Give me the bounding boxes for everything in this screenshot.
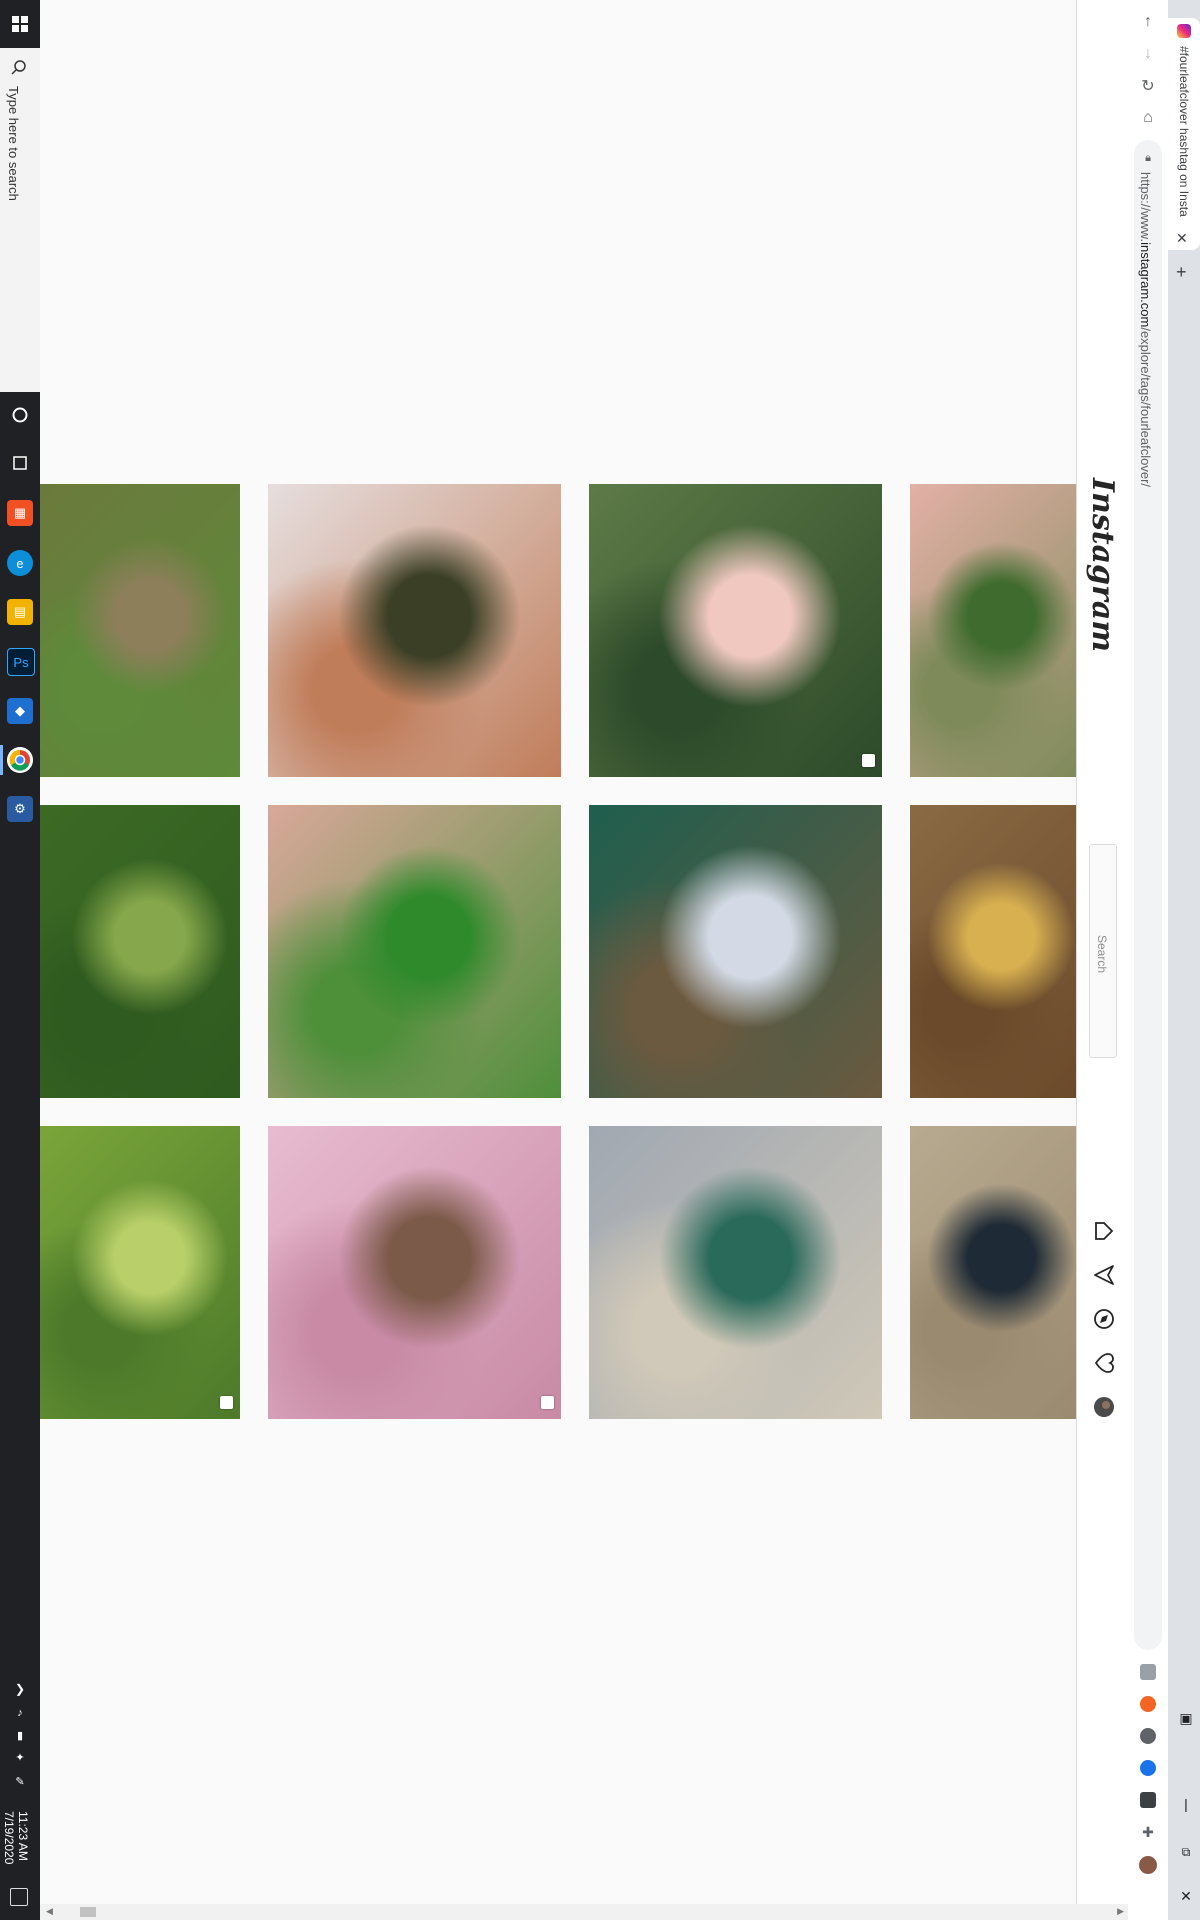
extension-circle-icon[interactable] (1140, 1728, 1156, 1744)
settings-app-icon[interactable]: ⚙ (7, 796, 33, 822)
windows-taskbar: Type here to search ▦ e ▤ Ps ◆ ⚙ ❯ ♪ ▮ ✦… (0, 0, 41, 1920)
task-view-icon[interactable] (7, 450, 33, 476)
post-thumbnail[interactable] (910, 805, 1076, 1098)
scroll-right-icon[interactable]: ▶ (1117, 1906, 1124, 1917)
scroll-left-icon[interactable]: ◀ (46, 1906, 53, 1917)
explore-icon[interactable] (1091, 1306, 1117, 1332)
network-icon[interactable]: ✦ (7, 1744, 33, 1770)
tab-instagram[interactable]: #fourleafclover hashtag on Insta ✕ (1168, 18, 1200, 250)
post-thumbnail[interactable] (589, 484, 882, 777)
extensions-puzzle-icon[interactable]: ✚ (1140, 1824, 1156, 1840)
post-thumbnail[interactable] (268, 484, 561, 777)
back-icon[interactable]: ↑ (1136, 10, 1160, 34)
post-thumbnail[interactable] (40, 1126, 240, 1419)
taskbar-clock[interactable]: 11:23 AM 7/19/2020 (2, 1811, 30, 1864)
instagram-favicon-icon (1177, 24, 1191, 38)
post-thumbnail[interactable] (910, 1126, 1076, 1419)
post-thumbnail[interactable] (40, 484, 240, 777)
start-button[interactable] (0, 0, 40, 48)
notification-icon[interactable] (10, 1888, 28, 1906)
edge-icon[interactable]: e (7, 550, 33, 576)
multiple-photos-icon (541, 1396, 554, 1409)
cortana-icon[interactable] (7, 402, 33, 428)
instagram-logo[interactable]: Instagram (1085, 478, 1120, 652)
file-explorer-icon[interactable]: ▤ (7, 599, 33, 625)
photoshop-icon[interactable]: Ps (7, 648, 35, 676)
chevron-up-icon[interactable]: ❯ (7, 1676, 33, 1702)
extension-box-icon[interactable] (1140, 1792, 1156, 1808)
direct-message-icon[interactable] (1091, 1262, 1117, 1288)
extension-x-icon[interactable] (1140, 1696, 1156, 1712)
search-input[interactable]: Search (1089, 844, 1117, 1058)
search-placeholder: Search (1095, 935, 1109, 974)
tab-search-icon[interactable]: ▣ (1176, 1708, 1196, 1728)
post-thumbnail[interactable] (589, 805, 882, 1098)
close-tab-icon[interactable]: ✕ (1176, 230, 1188, 247)
clock-time: 11:23 AM (16, 1810, 30, 1861)
lock-icon[interactable]: 🔒︎ (1136, 146, 1160, 170)
instagram-tag-page (40, 0, 1076, 1920)
pen-icon[interactable]: ✎ (7, 1768, 33, 1794)
multiple-photos-icon (862, 754, 875, 767)
post-thumbnail[interactable] (589, 1126, 882, 1419)
toolbar: ↑ ↓ ↻ ⌂ 🔒︎ https://www.instagram.com/exp… (1128, 0, 1168, 1920)
chrome-icon[interactable] (7, 747, 33, 773)
url-text: https://www.instagram.com/explore/tags/f… (1138, 172, 1153, 488)
taskbar-search-placeholder: Type here to search (6, 86, 21, 201)
new-tab-icon[interactable]: + (1176, 262, 1187, 283)
instagram-header: Instagram Search (1076, 0, 1130, 1920)
post-thumbnail[interactable] (910, 484, 1076, 777)
app-icon[interactable]: ◆ (7, 698, 33, 724)
active-indicator (0, 745, 3, 775)
clock-date: 7/19/2020 (2, 1810, 16, 1864)
browser-chrome: ↑ ↓ ↻ ⌂ 🔒︎ https://www.instagram.com/exp… (1128, 0, 1200, 1920)
forward-icon[interactable]: ↓ (1136, 42, 1160, 66)
extension-g-icon[interactable] (1140, 1664, 1156, 1680)
horizontal-scrollbar[interactable]: ◀ ▶ (40, 1904, 1128, 1920)
microsoft-store-icon[interactable]: ▦ (7, 500, 33, 526)
profile-avatar[interactable] (1091, 1394, 1117, 1420)
taskbar-search-box[interactable]: Type here to search (0, 48, 41, 392)
post-thumbnail[interactable] (268, 805, 561, 1098)
post-thumbnail[interactable] (40, 805, 240, 1098)
post-thumbnail[interactable] (268, 1126, 561, 1419)
heart-icon[interactable] (1091, 1350, 1117, 1376)
windows-icon (12, 16, 28, 32)
reload-icon[interactable]: ↻ (1136, 74, 1160, 98)
multiple-photos-icon (220, 1396, 233, 1409)
home-icon[interactable] (1091, 1218, 1117, 1244)
close-window-icon[interactable]: ✕ (1176, 1886, 1196, 1906)
scrollbar-thumb[interactable] (80, 1907, 96, 1917)
chrome-profile-avatar[interactable] (1139, 1856, 1157, 1874)
extension-b-icon[interactable] (1140, 1760, 1156, 1776)
system-tray: ❯ ♪ ▮ ✦ ✎ 11:23 AM 7/19/2020 (0, 1660, 40, 1920)
restore-icon[interactable]: ⧉ (1176, 1842, 1196, 1862)
tab-strip: #fourleafclover hashtag on Insta ✕ + (1168, 0, 1200, 1920)
search-icon (11, 60, 26, 75)
tab-title: #fourleafclover hashtag on Insta (1177, 46, 1191, 217)
minimize-icon[interactable]: | (1176, 1794, 1196, 1814)
home-button-icon[interactable]: ⌂ (1136, 106, 1160, 130)
